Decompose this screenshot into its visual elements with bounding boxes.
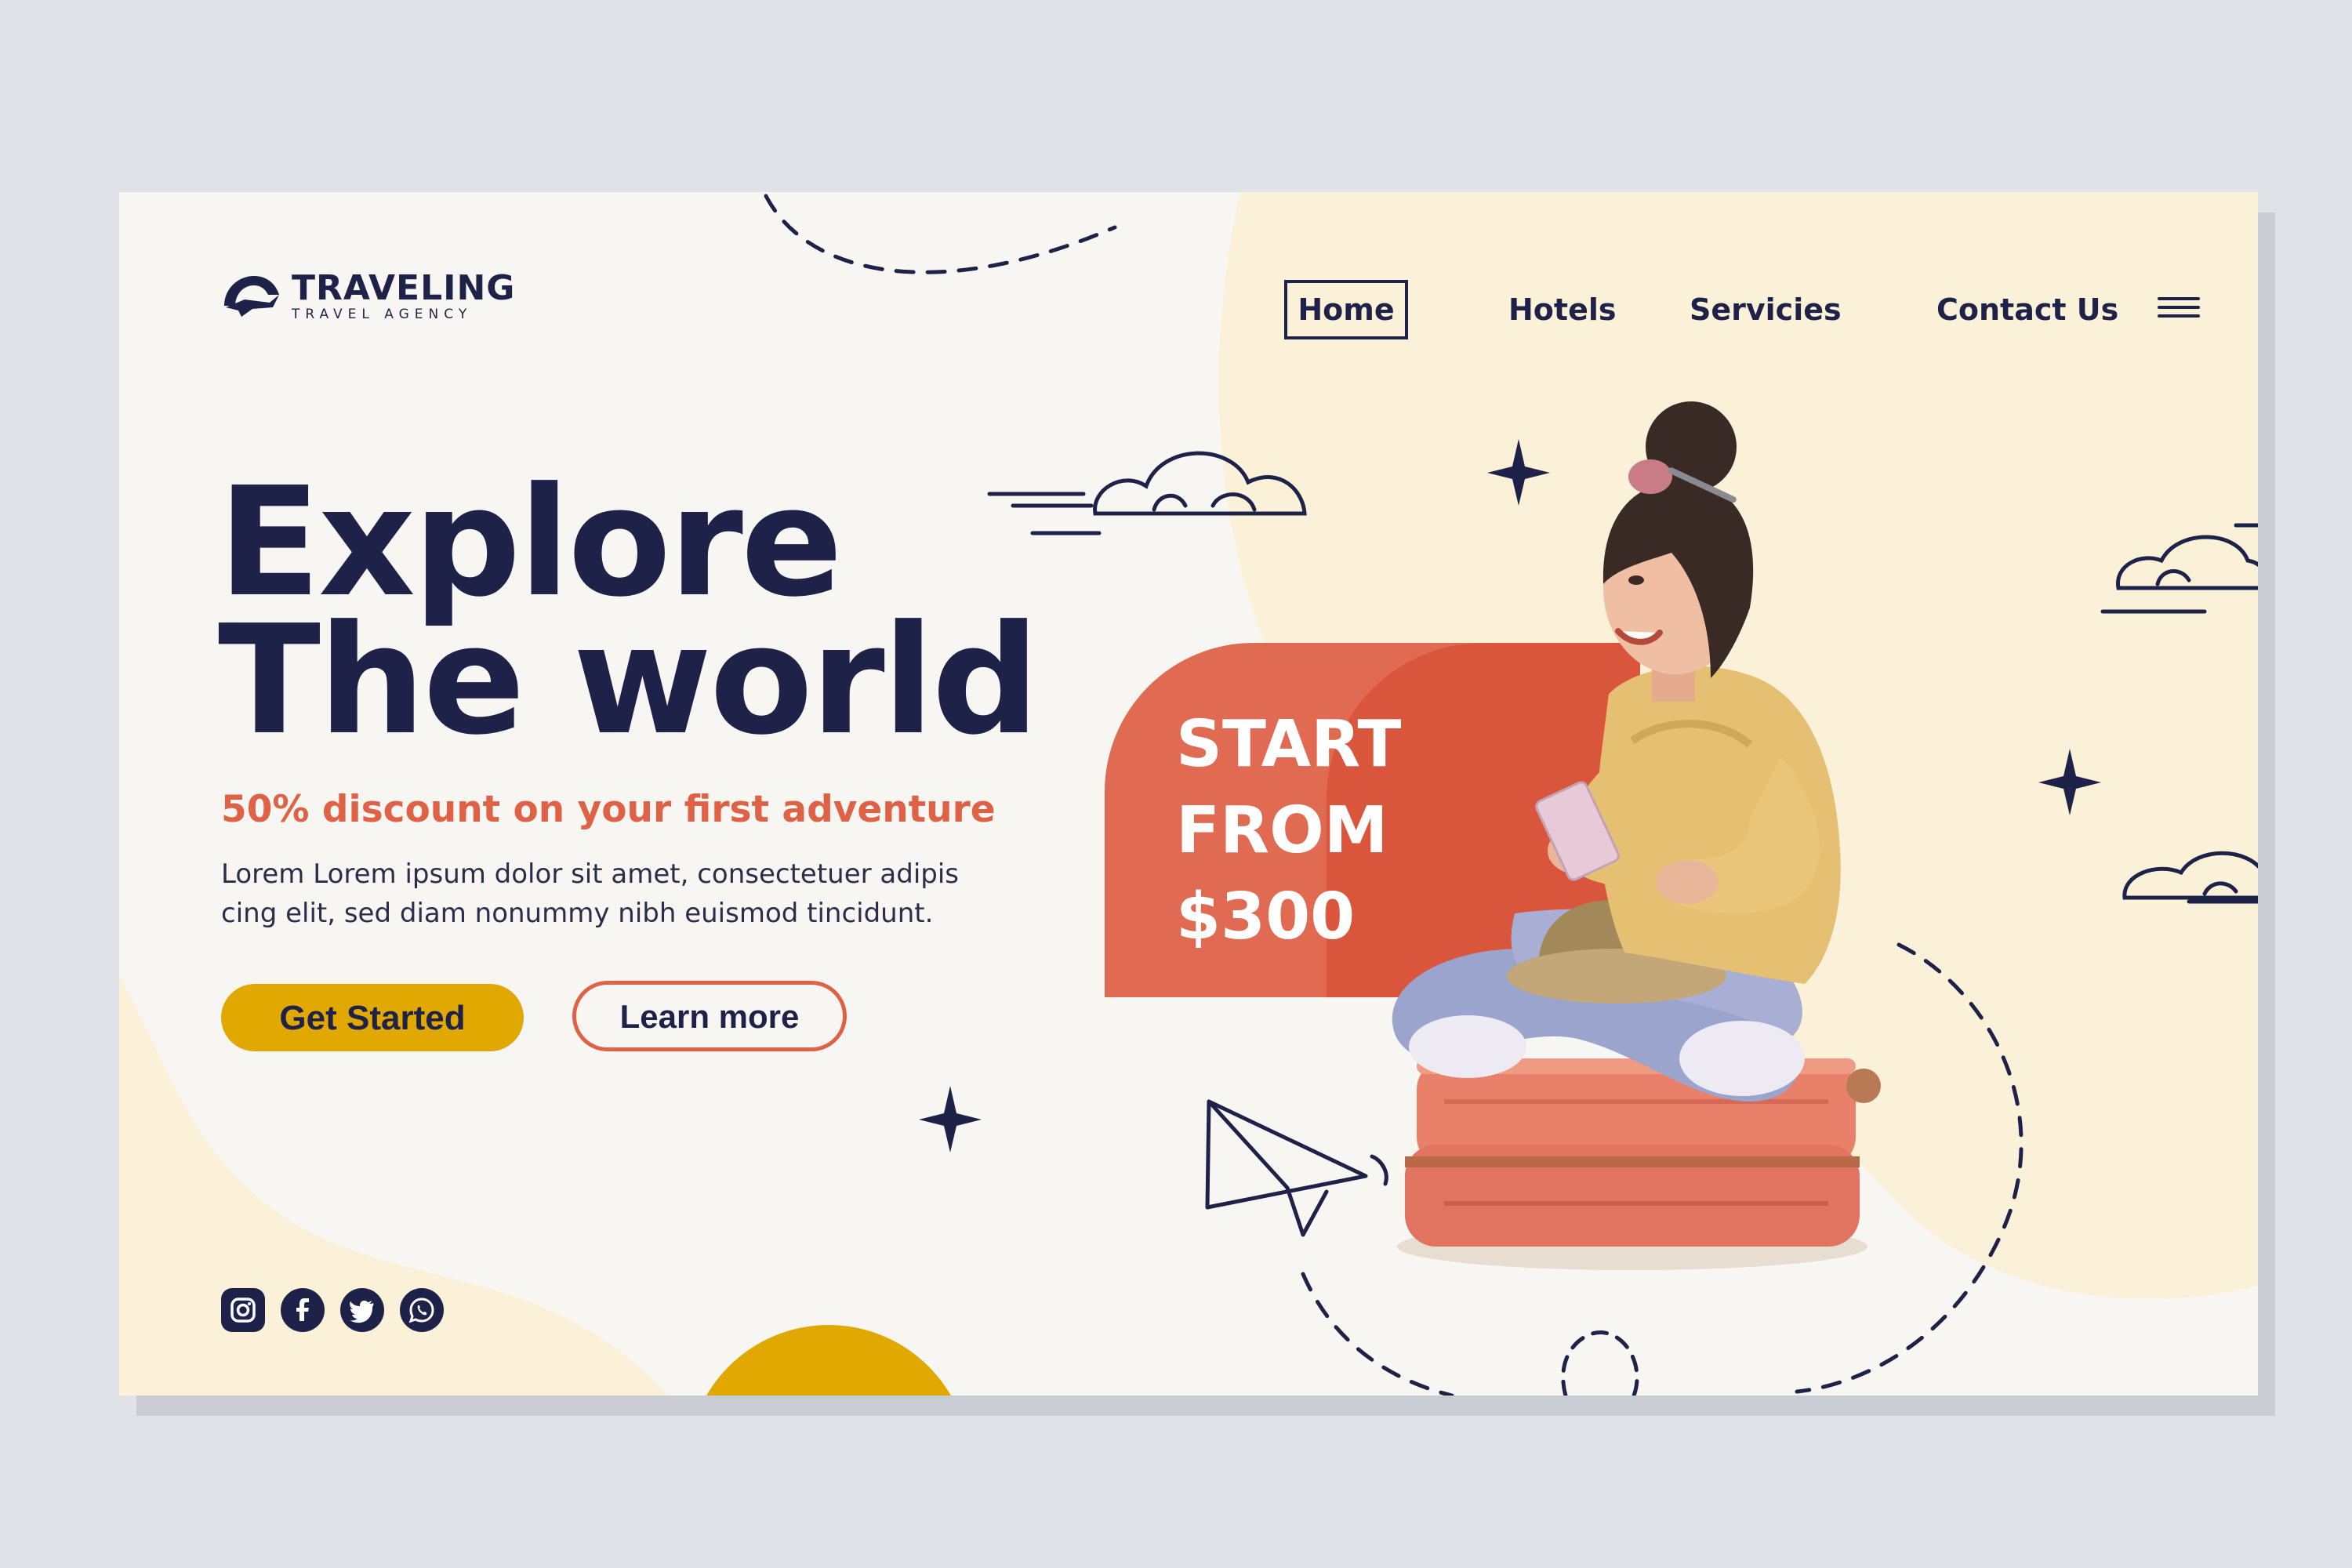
social-links bbox=[221, 1288, 444, 1332]
nav-hotels[interactable]: Hotels bbox=[1508, 280, 1617, 339]
whatsapp-icon[interactable] bbox=[400, 1288, 444, 1332]
get-started-button[interactable]: Get Started bbox=[221, 984, 524, 1051]
mustard-semicircle bbox=[706, 1325, 951, 1396]
hero-title-line-2: The world bbox=[218, 593, 1040, 768]
landing-page-card: TRAVELING TRAVEL AGENCY Home Hotels Serv… bbox=[119, 192, 2258, 1396]
suitcase-image bbox=[1405, 1058, 1881, 1247]
nav-services[interactable]: Servicies bbox=[1690, 280, 1842, 339]
hero-title-line-1: Explore bbox=[218, 456, 843, 630]
hero-description: Lorem Lorem ipsum dolor sit amet, consec… bbox=[221, 858, 960, 929]
learn-more-button[interactable]: Learn more bbox=[572, 981, 847, 1051]
hero-title: Explore The world bbox=[218, 456, 1040, 768]
traveler-woman-photo bbox=[1392, 401, 1881, 1270]
nav-contact-us[interactable]: Contact Us bbox=[1936, 280, 2118, 339]
instagram-icon[interactable] bbox=[221, 1288, 265, 1332]
facebook-icon[interactable] bbox=[281, 1288, 325, 1332]
main-nav: Home Hotels Servicies Contact Us bbox=[119, 280, 2258, 343]
hamburger-menu-icon[interactable] bbox=[2158, 297, 2200, 321]
nav-home[interactable]: Home bbox=[1284, 280, 1408, 339]
twitter-icon[interactable] bbox=[340, 1288, 384, 1332]
discount-text: 50% discount on your first adventure bbox=[221, 788, 996, 831]
